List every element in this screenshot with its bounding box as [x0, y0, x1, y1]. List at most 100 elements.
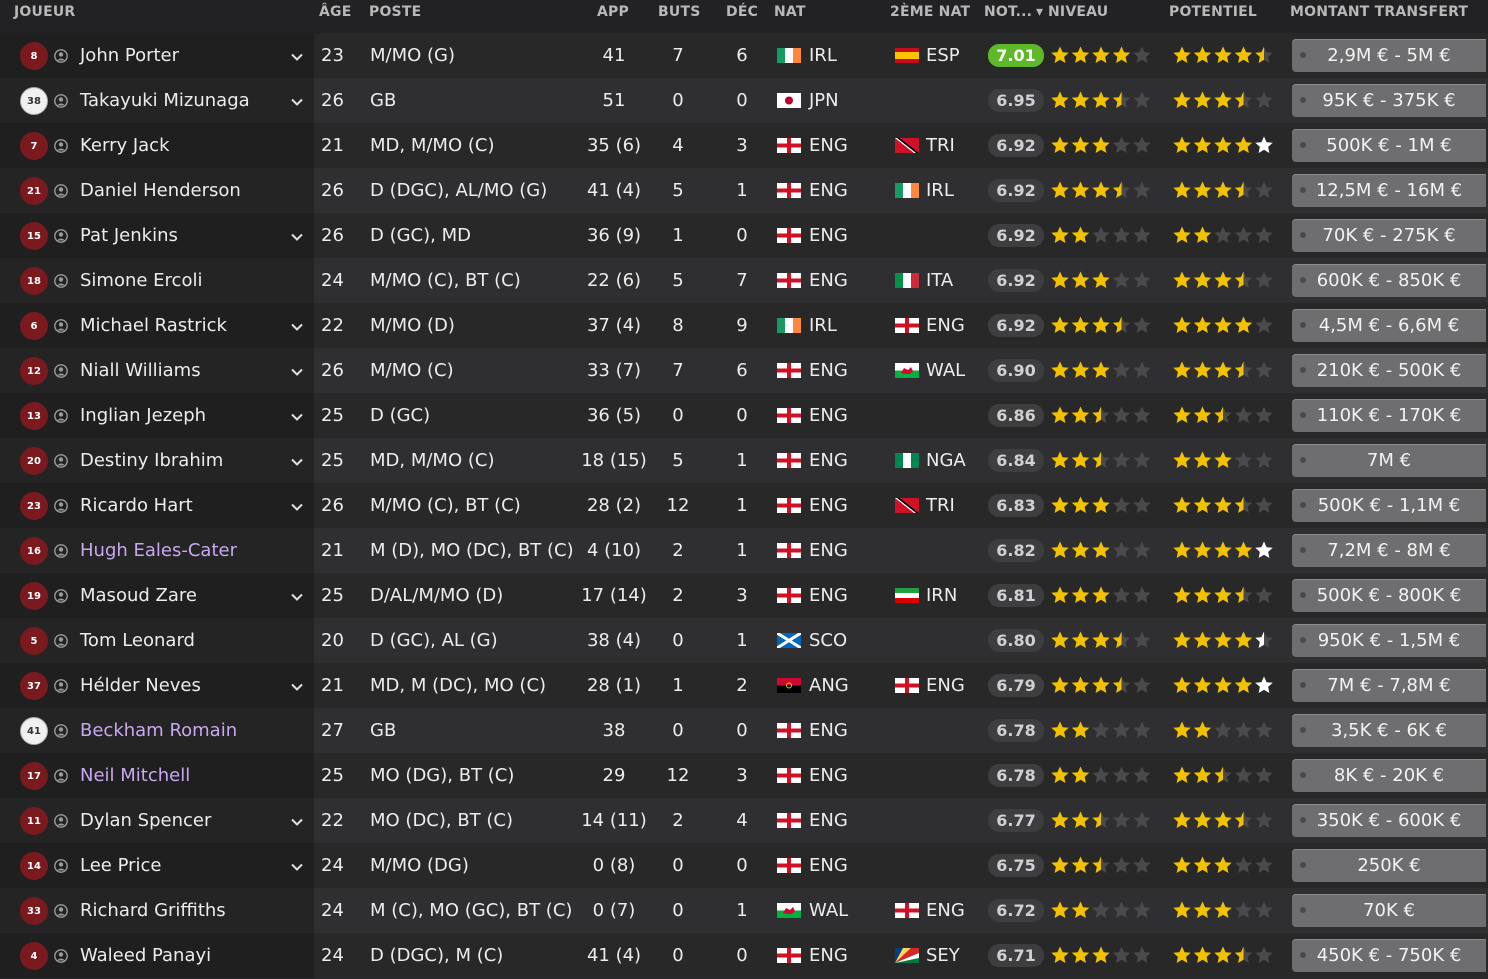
player-name-link[interactable]: Michael Rastrick	[80, 315, 227, 336]
chevron-down-icon[interactable]	[290, 589, 304, 603]
second-nationality-value[interactable]: WAL	[926, 360, 965, 381]
transfer-value-pill[interactable]: 2,9M € - 5M €	[1292, 39, 1486, 72]
table-row[interactable]: 13 Inglian Jezeph 25 D (GC) 36 (5) 0 0 E…	[0, 393, 1488, 438]
col-transfer[interactable]: MONTANT TRANSFERT	[1290, 4, 1468, 20]
chevron-down-icon[interactable]	[290, 859, 304, 873]
person-icon[interactable]	[54, 633, 68, 648]
nationality-value[interactable]: SCO	[809, 630, 847, 651]
transfer-value-pill[interactable]: 250K €	[1292, 849, 1486, 882]
transfer-value-pill[interactable]: 500K € - 800K €	[1292, 579, 1486, 612]
table-row[interactable]: 7 Kerry Jack 21 MD, M/MO (C) 35 (6) 4 3 …	[0, 123, 1488, 168]
person-icon[interactable]	[54, 948, 68, 963]
table-row[interactable]: 20 Destiny Ibrahim 25 MD, M/MO (C) 18 (1…	[0, 438, 1488, 483]
col-goals[interactable]: BUTS	[658, 4, 700, 20]
nationality-value[interactable]: ENG	[809, 945, 848, 966]
player-name-link[interactable]: Beckham Romain	[80, 720, 237, 741]
player-name-link[interactable]: Daniel Henderson	[80, 180, 241, 201]
col-level[interactable]: NIVEAU	[1048, 4, 1108, 20]
person-icon[interactable]	[54, 813, 68, 828]
person-icon[interactable]	[54, 723, 68, 738]
second-nationality-value[interactable]: ESP	[926, 45, 960, 66]
transfer-value-pill[interactable]: 210K € - 500K €	[1292, 354, 1486, 387]
table-row[interactable]: 21 Daniel Henderson 26 D (DGC), AL/MO (G…	[0, 168, 1488, 213]
nationality-value[interactable]: ENG	[809, 270, 848, 291]
transfer-value-pill[interactable]: 500K € - 1,1M €	[1292, 489, 1486, 522]
second-nationality-value[interactable]: ENG	[926, 315, 965, 336]
transfer-value-pill[interactable]: 7,2M € - 8M €	[1292, 534, 1486, 567]
table-row[interactable]: 18 Simone Ercoli 24 M/MO (C), BT (C) 22 …	[0, 258, 1488, 303]
player-name-link[interactable]: Lee Price	[80, 855, 162, 876]
person-icon[interactable]	[54, 408, 68, 423]
transfer-value-pill[interactable]: 3,5K € - 6K €	[1292, 714, 1486, 747]
person-icon[interactable]	[54, 93, 68, 108]
second-nationality-value[interactable]: IRN	[926, 585, 957, 606]
player-name-link[interactable]: Simone Ercoli	[80, 270, 202, 291]
chevron-down-icon[interactable]	[290, 49, 304, 63]
table-row[interactable]: 8 John Porter 23 M/MO (G) 41 7 6 IRL ESP…	[0, 33, 1488, 78]
nationality-value[interactable]: ENG	[809, 135, 848, 156]
second-nationality-value[interactable]: IRL	[926, 180, 954, 201]
player-name-link[interactable]: John Porter	[80, 45, 179, 66]
person-icon[interactable]	[54, 48, 68, 63]
nationality-value[interactable]: ENG	[809, 810, 848, 831]
transfer-value-pill[interactable]: 4,5M € - 6,6M €	[1292, 309, 1486, 342]
table-row[interactable]: 23 Ricardo Hart 26 M/MO (C), BT (C) 28 (…	[0, 483, 1488, 528]
transfer-value-pill[interactable]: 600K € - 850K €	[1292, 264, 1486, 297]
player-name-link[interactable]: Ricardo Hart	[80, 495, 193, 516]
nationality-value[interactable]: IRL	[809, 315, 837, 336]
table-row[interactable]: 11 Dylan Spencer 22 MO (DC), BT (C) 14 (…	[0, 798, 1488, 843]
transfer-value-pill[interactable]: 350K € - 600K €	[1292, 804, 1486, 837]
table-row[interactable]: 41 Beckham Romain 27 GB 38 0 0 ENG 6.78 …	[0, 708, 1488, 753]
nationality-value[interactable]: ENG	[809, 540, 848, 561]
player-name-link[interactable]: Richard Griffiths	[80, 900, 226, 921]
second-nationality-value[interactable]: TRI	[926, 135, 955, 156]
transfer-value-pill[interactable]: 70K € - 275K €	[1292, 219, 1486, 252]
table-row[interactable]: 16 Hugh Eales-Cater 21 M (D), MO (DC), B…	[0, 528, 1488, 573]
nationality-value[interactable]: IRL	[809, 45, 837, 66]
col-nat[interactable]: NAT	[774, 4, 806, 20]
nationality-value[interactable]: ENG	[809, 225, 848, 246]
person-icon[interactable]	[54, 273, 68, 288]
nationality-value[interactable]: ENG	[809, 720, 848, 741]
table-row[interactable]: 12 Niall Williams 26 M/MO (C) 33 (7) 7 6…	[0, 348, 1488, 393]
person-icon[interactable]	[54, 768, 68, 783]
table-row[interactable]: 15 Pat Jenkins 26 D (GC), MD 36 (9) 1 0 …	[0, 213, 1488, 258]
player-name-link[interactable]: Destiny Ibrahim	[80, 450, 223, 471]
person-icon[interactable]	[54, 543, 68, 558]
chevron-down-icon[interactable]	[290, 814, 304, 828]
person-icon[interactable]	[54, 453, 68, 468]
second-nationality-value[interactable]: ENG	[926, 900, 965, 921]
nationality-value[interactable]: ENG	[809, 450, 848, 471]
player-name-link[interactable]: Takayuki Mizunaga	[80, 90, 250, 111]
person-icon[interactable]	[54, 903, 68, 918]
transfer-value-pill[interactable]: 12,5M € - 16M €	[1292, 174, 1486, 207]
person-icon[interactable]	[54, 183, 68, 198]
nationality-value[interactable]: ENG	[809, 855, 848, 876]
nationality-value[interactable]: ENG	[809, 585, 848, 606]
nationality-value[interactable]: ENG	[809, 405, 848, 426]
player-name-link[interactable]: Inglian Jezeph	[80, 405, 206, 426]
transfer-value-pill[interactable]: 95K € - 375K €	[1292, 84, 1486, 117]
transfer-value-pill[interactable]: 950K € - 1,5M €	[1292, 624, 1486, 657]
chevron-down-icon[interactable]	[290, 364, 304, 378]
player-name-link[interactable]: Kerry Jack	[80, 135, 170, 156]
person-icon[interactable]	[54, 228, 68, 243]
transfer-value-pill[interactable]: 110K € - 170K €	[1292, 399, 1486, 432]
second-nationality-value[interactable]: NGA	[926, 450, 966, 471]
nationality-value[interactable]: ENG	[809, 495, 848, 516]
chevron-down-icon[interactable]	[290, 679, 304, 693]
player-name-link[interactable]: Niall Williams	[80, 360, 201, 381]
person-icon[interactable]	[54, 318, 68, 333]
col-player[interactable]: JOUEUR	[14, 4, 75, 20]
player-name-link[interactable]: Hugh Eales-Cater	[80, 540, 237, 561]
player-name-link[interactable]: Waleed Panayi	[80, 945, 211, 966]
person-icon[interactable]	[54, 678, 68, 693]
chevron-down-icon[interactable]	[290, 499, 304, 513]
second-nationality-value[interactable]: TRI	[926, 495, 955, 516]
player-name-link[interactable]: Dylan Spencer	[80, 810, 211, 831]
transfer-value-pill[interactable]: 7M €	[1292, 444, 1486, 477]
transfer-value-pill[interactable]: 8K € - 20K €	[1292, 759, 1486, 792]
table-row[interactable]: 14 Lee Price 24 M/MO (DG) 0 (8) 0 0 ENG …	[0, 843, 1488, 888]
table-row[interactable]: 6 Michael Rastrick 22 M/MO (D) 37 (4) 8 …	[0, 303, 1488, 348]
transfer-value-pill[interactable]: 70K €	[1292, 894, 1486, 927]
